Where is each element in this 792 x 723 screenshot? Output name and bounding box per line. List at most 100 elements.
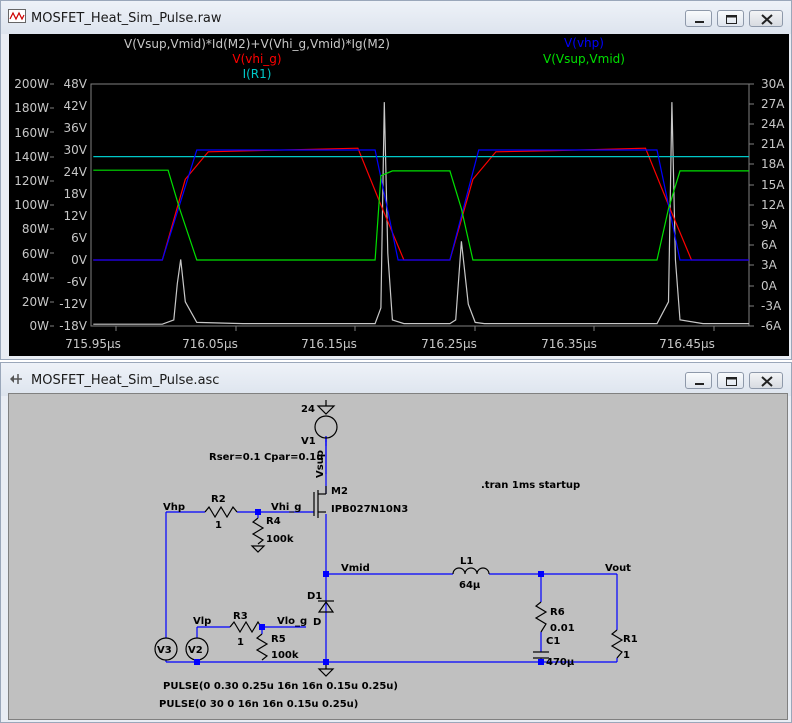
left-volt-tick-label: 18V bbox=[64, 187, 88, 201]
right-tick-label: 0A bbox=[761, 279, 778, 293]
r5-label: R5 bbox=[271, 634, 286, 645]
schematic-app-icon bbox=[10, 374, 22, 384]
right-tick-label: 30A bbox=[761, 77, 785, 91]
waveform-window-title: MOSFET_Heat_Sim_Pulse.raw bbox=[31, 11, 222, 26]
waveform-window: MOSFET_Heat_Sim_Pulse.raw V(Vsup,Vmid)*I… bbox=[0, 0, 792, 360]
left-volt-tick-label: 6V bbox=[71, 231, 88, 245]
r2-label: R2 bbox=[211, 494, 226, 505]
left-tick-label: 40W bbox=[22, 271, 49, 285]
left-tick-label: 180W bbox=[14, 101, 49, 115]
vlp-label: Vlp bbox=[193, 616, 211, 627]
m2-label: M2 bbox=[331, 486, 348, 497]
vlo-g-label: Vlo_g bbox=[277, 616, 307, 627]
right-tick-label: 18A bbox=[761, 157, 785, 171]
left-tick-label: 100W bbox=[14, 198, 49, 212]
pulse1-label: PULSE(0 0.30 0.25u 16n 16n 0.15u 0.25u) bbox=[163, 681, 398, 692]
schematic-drawing: 24 V1 Rser=0.1 Cpar=0.1u Vsup M2 IPB027N… bbox=[154, 400, 638, 710]
left-tick-label: 140W bbox=[14, 150, 49, 164]
trace-label-vsup-vmid: V(Vsup,Vmid) bbox=[543, 52, 625, 66]
x-tick-label: 716.25µs bbox=[421, 337, 477, 351]
x-tick-label: 716.45µs bbox=[659, 337, 715, 351]
left-volt-tick-label: 36V bbox=[64, 121, 88, 135]
c1-value: 470µ bbox=[546, 657, 575, 668]
left-tick-label: 0W bbox=[30, 319, 50, 333]
schematic-maximize-button[interactable] bbox=[717, 372, 744, 389]
r4-value: 100k bbox=[266, 534, 294, 545]
r1-label: R1 bbox=[623, 634, 638, 645]
left-axis-watts: 200W 180W 160W 140W 120W 100W 80W 60W 40… bbox=[14, 77, 49, 333]
minimize-icon bbox=[695, 21, 704, 23]
right-tick-label: 24A bbox=[761, 117, 785, 131]
trace-label-vhi-g: V(vhi_g) bbox=[232, 52, 281, 66]
schematic-minimize-button[interactable] bbox=[685, 372, 712, 389]
vsup-vmid-trace bbox=[93, 169, 749, 261]
schematic-close-button[interactable] bbox=[749, 372, 783, 389]
left-ticks-watts bbox=[50, 83, 54, 327]
left-volt-tick-label: 30V bbox=[64, 143, 88, 157]
left-tick-label: 200W bbox=[14, 77, 49, 91]
left-volt-tick-label: -6V bbox=[67, 275, 88, 289]
waveform-plot[interactable]: V(Vsup,Vmid)*Id(M2)+V(Vhi_g,Vmid)*Ig(M2)… bbox=[9, 34, 789, 356]
d-model-label: D bbox=[313, 617, 321, 628]
schematic-components bbox=[154, 400, 624, 677]
right-ticks bbox=[749, 83, 754, 327]
r3-value: 1 bbox=[237, 637, 244, 648]
vmid-label: Vmid bbox=[341, 563, 370, 574]
left-tick-label: 80W bbox=[22, 222, 49, 236]
power-trace bbox=[93, 102, 749, 325]
r4-label: R4 bbox=[266, 516, 281, 527]
left-tick-label: 60W bbox=[22, 247, 49, 261]
trace-label-power: V(Vsup,Vmid)*Id(M2)+V(Vhi_g,Vmid)*Ig(M2) bbox=[124, 37, 390, 51]
minimize-button[interactable] bbox=[685, 10, 712, 27]
left-volt-tick-label: 0V bbox=[71, 253, 88, 267]
x-tick-label: 716.15µs bbox=[301, 337, 357, 351]
maximize-icon bbox=[726, 377, 737, 386]
vhp-label: Vhp bbox=[163, 502, 185, 513]
close-icon bbox=[761, 14, 773, 25]
waveform-titlebar[interactable]: MOSFET_Heat_Sim_Pulse.raw bbox=[1, 1, 791, 34]
minimize-icon bbox=[695, 383, 704, 385]
right-tick-label: 21A bbox=[761, 137, 785, 151]
v1-label: V1 bbox=[301, 436, 316, 447]
schematic-window-title: MOSFET_Heat_Sim_Pulse.asc bbox=[31, 373, 220, 388]
schematic-titlebar[interactable]: MOSFET_Heat_Sim_Pulse.asc bbox=[1, 363, 791, 396]
m2-model-label: IPB027N10N3 bbox=[331, 504, 408, 515]
right-tick-label: 6A bbox=[761, 238, 778, 252]
close-button[interactable] bbox=[749, 10, 783, 27]
vout-label: Vout bbox=[605, 563, 631, 574]
x-tick-label: 716.05µs bbox=[182, 337, 238, 351]
d1-label: D1 bbox=[307, 591, 322, 602]
r2-value: 1 bbox=[215, 520, 222, 531]
r1-value: 1 bbox=[623, 650, 630, 661]
r3-label: R3 bbox=[233, 611, 248, 622]
right-tick-label: 15A bbox=[761, 178, 785, 192]
x-ticks bbox=[115, 326, 715, 331]
maximize-button[interactable] bbox=[717, 10, 744, 27]
right-tick-label: 3A bbox=[761, 258, 778, 272]
right-tick-label: 27A bbox=[761, 97, 785, 111]
right-axis-amps: 30A 27A 24A 21A 18A 15A 12A 9A 6A 3A 0A … bbox=[761, 77, 785, 333]
x-axis: 715.95µs 716.05µs 716.15µs 716.25µs 716.… bbox=[65, 337, 715, 351]
schematic-junctions bbox=[194, 509, 544, 665]
left-volt-tick-label: 42V bbox=[64, 99, 88, 113]
x-tick-label: 716.35µs bbox=[541, 337, 597, 351]
right-tick-label: 9A bbox=[761, 218, 778, 232]
left-volt-tick-label: -18V bbox=[59, 319, 88, 333]
v2-label: V2 bbox=[188, 645, 203, 656]
close-icon bbox=[761, 376, 773, 387]
vsup-label: Vsup bbox=[315, 450, 326, 478]
left-volt-tick-label: 48V bbox=[64, 77, 88, 91]
waveform-app-icon bbox=[8, 9, 26, 23]
v1-value-label: 24 bbox=[301, 404, 315, 415]
pulse2-label: PULSE(0 30 0 16n 16n 0.15u 0.25u) bbox=[159, 699, 358, 710]
right-tick-label: -3A bbox=[761, 299, 782, 313]
waveform-chart: V(Vsup,Vmid)*Id(M2)+V(Vhi_g,Vmid)*Ig(M2)… bbox=[14, 36, 785, 351]
c1-label: C1 bbox=[546, 636, 560, 647]
vhi-g-label: Vhi_g bbox=[271, 502, 301, 513]
waveform-traces bbox=[93, 102, 749, 325]
rser-label: Rser=0.1 Cpar=0.1u bbox=[209, 452, 323, 463]
l1-label: L1 bbox=[460, 556, 473, 567]
tran-directive: .tran 1ms startup bbox=[481, 480, 580, 491]
schematic-canvas[interactable]: 24 V1 Rser=0.1 Cpar=0.1u Vsup M2 IPB027N… bbox=[8, 393, 788, 720]
left-volt-tick-label: 24V bbox=[64, 165, 88, 179]
